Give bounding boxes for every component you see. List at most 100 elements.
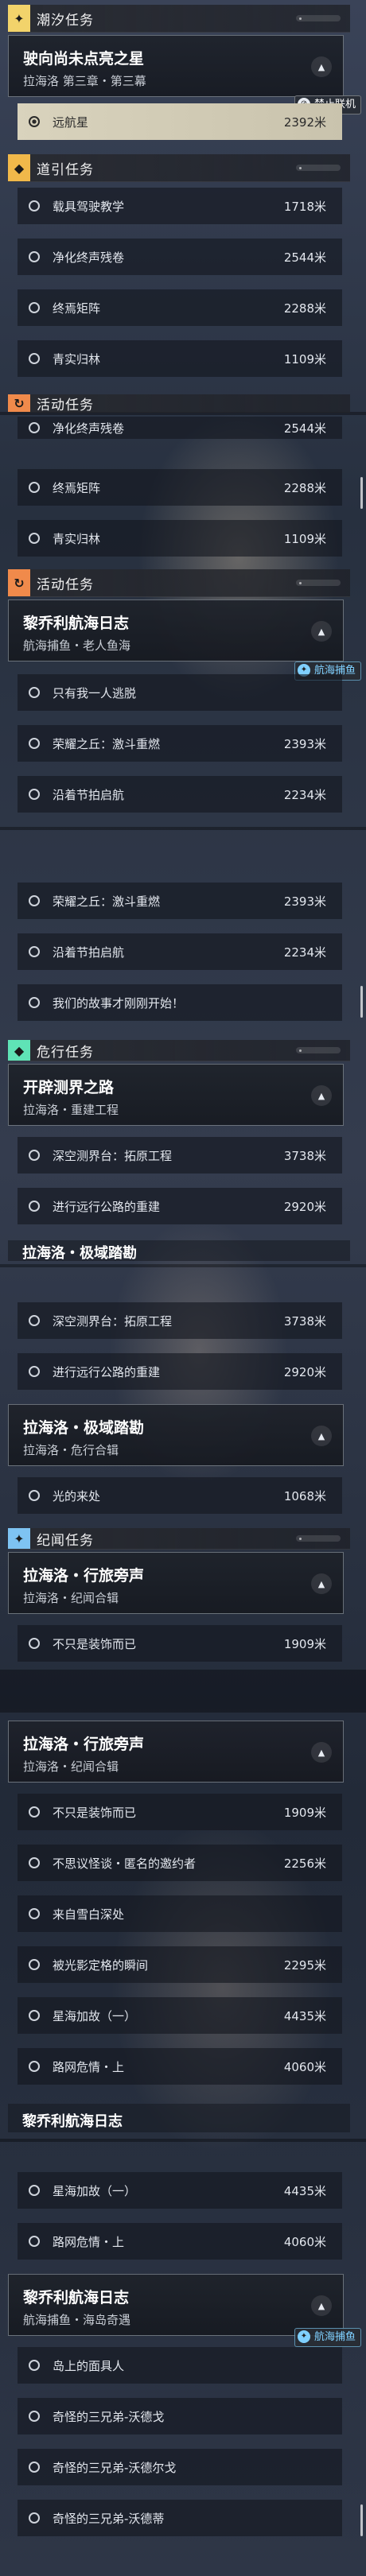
step-row[interactable]: 荣耀之丘：激斗重燃 2393米 <box>18 725 342 762</box>
collapse-icon[interactable]: ▲ <box>311 56 332 77</box>
decoration-bar <box>296 15 341 21</box>
diamond-icon: ◆ <box>8 1040 30 1061</box>
step-label: 进行远行公路的重建 <box>53 1364 161 1379</box>
step-label: 深空测界台：拓原工程 <box>53 1148 173 1163</box>
step-radio <box>29 2360 40 2371</box>
scrollbar-thumb[interactable] <box>360 2504 363 2536</box>
step-radio <box>29 533 40 544</box>
step-radio <box>29 1490 40 1501</box>
mission-subtitle: 拉海洛・纪闻合辑 <box>23 1591 119 1605</box>
step-row[interactable]: 深空测界台：拓原工程 3738米 <box>18 1137 342 1174</box>
collapse-icon[interactable]: ▲ <box>311 1426 332 1446</box>
step-row[interactable]: 沿着节拍启航 2234米 <box>18 933 342 970</box>
mission-title: 拉海洛・极域踏勘 <box>23 1419 145 1437</box>
mission-title: 黎乔利航海日志 <box>23 2289 130 2306</box>
category-title: 道引任务 <box>37 161 94 178</box>
step-radio <box>29 1806 40 1818</box>
decoration-bar <box>296 165 341 171</box>
step-radio <box>29 1315 40 1326</box>
step-row[interactable]: 我们的故事才刚刚开始！ <box>18 984 342 1021</box>
step-radio <box>29 2236 40 2247</box>
step-row[interactable]: 只有我一人逃脱 <box>18 674 342 711</box>
collapse-icon[interactable]: ▲ <box>311 621 332 642</box>
step-row[interactable]: 净化终声残卷 2544米 <box>18 417 342 439</box>
step-row[interactable]: 深空测界台：拓原工程 3738米 <box>18 1302 342 1339</box>
mission-card-collapsed[interactable]: 黎乔利航海日志 <box>8 2104 350 2132</box>
pin-icon: ◆ <box>8 154 30 181</box>
step-label: 远航星 <box>53 114 89 130</box>
step-row[interactable]: 不只是装饰而已 1909米 <box>18 1625 342 1662</box>
category-header-huodong[interactable]: ↻ 活动任务 <box>8 569 350 597</box>
scrollbar-thumb[interactable] <box>360 477 363 509</box>
step-row[interactable]: 进行远行公路的重建 2920米 <box>18 1188 342 1224</box>
step-row[interactable]: 星海加故（一） 4435米 <box>18 1997 342 2034</box>
step-row[interactable]: 终焉矩阵 2288米 <box>18 469 342 506</box>
mission-subtitle: 航海捕鱼・老人鱼海 <box>23 638 131 653</box>
step-radio <box>29 2185 40 2196</box>
scrollbar-thumb[interactable] <box>360 986 363 1018</box>
step-row-active[interactable]: 远航星 2392米 <box>18 103 342 140</box>
step-distance: 1068米 <box>283 1488 326 1503</box>
step-label: 不只是装饰而已 <box>53 1805 137 1820</box>
step-distance: 2288米 <box>283 480 326 495</box>
step-label: 净化终声残卷 <box>53 250 125 265</box>
step-row[interactable]: 净化终声残卷 2544米 <box>18 239 342 275</box>
step-label: 不思议怪谈・匿名的邀约者 <box>53 1856 197 1871</box>
collapse-icon[interactable]: ▲ <box>311 1085 332 1106</box>
category-header-jiwen[interactable]: ✦ 纪闻任务 <box>8 1528 350 1550</box>
step-radio <box>29 2010 40 2021</box>
step-row[interactable]: 青实归林 1109米 <box>18 340 342 377</box>
mission-subtitle: 航海捕鱼・海岛奇遇 <box>23 2313 131 2327</box>
step-row[interactable]: 青实归林 1109米 <box>18 520 342 557</box>
step-row[interactable]: 被光影定格的瞬间 2295米 <box>18 1946 342 1983</box>
step-row[interactable]: 岛上的面具人 <box>18 2347 342 2384</box>
mission-card[interactable]: 拉海洛・行旅旁声 拉海洛・纪闻合辑 ▲ <box>8 1721 344 1783</box>
step-row[interactable]: 沿着节拍启航 2234米 <box>18 776 342 813</box>
category-header-huodong-partial[interactable]: ↻ 活动任务 <box>8 394 350 413</box>
step-row[interactable]: 不思议怪谈・匿名的邀约者 2256米 <box>18 1845 342 1881</box>
screenshot-divider <box>0 1264 366 1267</box>
step-label: 净化终声残卷 <box>53 421 125 436</box>
step-row[interactable]: 光的来处 1068米 <box>18 1477 342 1514</box>
mission-card[interactable]: 拉海洛・行旅旁声 拉海洛・纪闻合辑 ▲ <box>8 1552 344 1614</box>
step-row[interactable]: 奇怪的三兄弟-沃德尔戈 <box>18 2449 342 2485</box>
category-header-weixing[interactable]: ◆ 危行任务 <box>8 1040 350 1061</box>
step-label: 奇怪的三兄弟-沃德戈 <box>53 2409 165 2424</box>
step-distance: 2234米 <box>283 945 326 960</box>
mission-card[interactable]: 拉海洛・极域踏勘 拉海洛・危行合辑 ▲ <box>8 1404 344 1466</box>
step-label: 终焉矩阵 <box>53 480 101 495</box>
step-row[interactable]: 载具驾驶教学 1718米 <box>18 188 342 224</box>
collapse-icon[interactable]: ▲ <box>311 1742 332 1763</box>
category-header-chaoxi[interactable]: ✦ 潮汐任务 <box>8 5 350 33</box>
step-row[interactable]: 奇怪的三兄弟-沃德戈 <box>18 2398 342 2434</box>
step-row[interactable]: 星海加故（一） 4435米 <box>18 2172 342 2209</box>
step-label: 只有我一人逃脱 <box>53 685 137 700</box>
step-row[interactable]: 终焉矩阵 2288米 <box>18 289 342 326</box>
step-label: 被光影定格的瞬间 <box>53 1957 149 1973</box>
step-row[interactable]: 路网危情・上 4060米 <box>18 2048 342 2085</box>
step-row[interactable]: 路网危情・上 4060米 <box>18 2223 342 2260</box>
step-distance: 4060米 <box>283 2059 326 2074</box>
step-radio <box>29 116 40 127</box>
step-label: 路网危情・上 <box>53 2059 125 2074</box>
step-row[interactable]: 荣耀之丘：激斗重燃 2393米 <box>18 883 342 919</box>
mission-card[interactable]: 驶向尚未点亮之星 拉海洛 第三章・第三幕 ▲ <box>8 35 344 97</box>
step-label: 不只是装饰而已 <box>53 1636 137 1651</box>
mission-card-collapsed[interactable]: 拉海洛・极域踏勘 <box>8 1240 350 1262</box>
mission-title: 黎乔利航海日志 <box>22 2113 123 2130</box>
screenshot-divider <box>0 827 366 830</box>
mission-card[interactable]: 开辟测界之路 拉海洛・重建工程 ▲ <box>8 1064 344 1126</box>
step-label: 进行远行公路的重建 <box>53 1199 161 1214</box>
step-row[interactable]: 不只是装饰而已 1909米 <box>18 1794 342 1830</box>
step-row[interactable]: 来自雪白深处 <box>18 1895 342 1932</box>
step-radio <box>29 200 40 211</box>
step-row[interactable]: 奇怪的三兄弟-沃德蒂 <box>18 2500 342 2536</box>
category-header-daoyin[interactable]: ◆ 道引任务 <box>8 154 350 182</box>
step-label: 星海加故（一） <box>53 2008 137 2023</box>
step-row[interactable]: 进行远行公路的重建 2920米 <box>18 1353 342 1390</box>
refresh-icon: ↻ <box>8 569 30 596</box>
mission-card[interactable]: 黎乔利航海日志 航海捕鱼・海岛奇遇 ▲ <box>8 2274 344 2336</box>
collapse-icon[interactable]: ▲ <box>311 2295 332 2316</box>
mission-card[interactable]: 黎乔利航海日志 航海捕鱼・老人鱼海 ▲ <box>8 599 344 661</box>
collapse-icon[interactable]: ▲ <box>311 1573 332 1594</box>
